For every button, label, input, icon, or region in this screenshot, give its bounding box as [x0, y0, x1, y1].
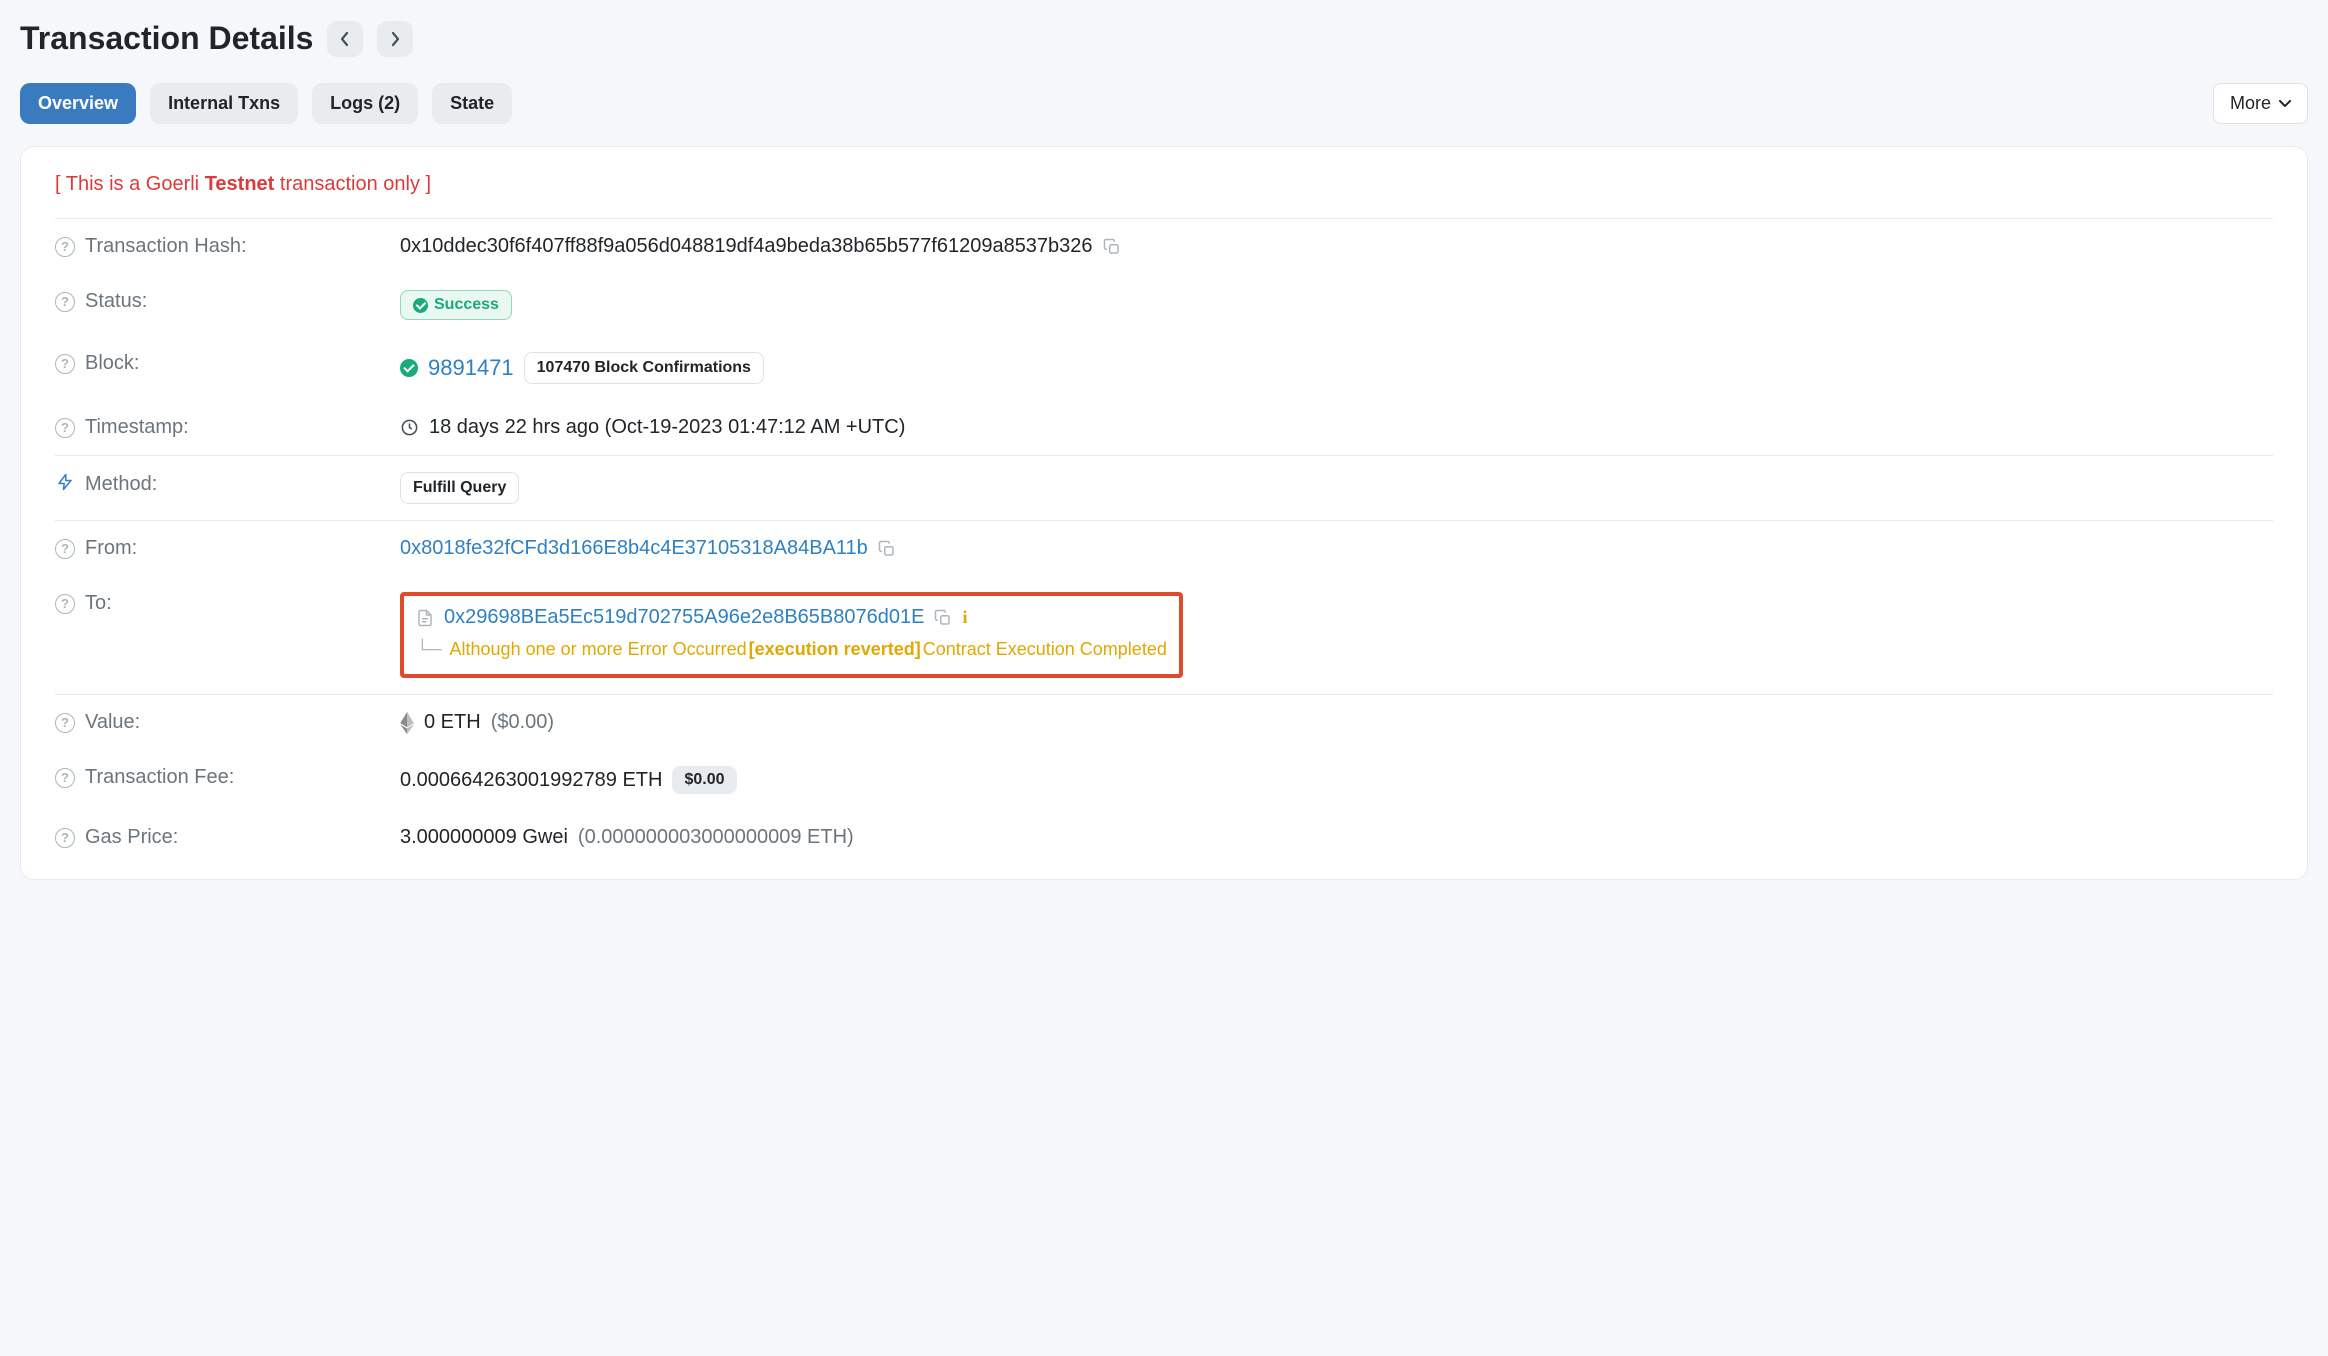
help-icon[interactable]: ? — [55, 539, 75, 559]
help-icon[interactable]: ? — [55, 594, 75, 614]
status-badge: Success — [400, 290, 512, 320]
label-hash: Transaction Hash: — [85, 235, 247, 258]
help-icon[interactable]: ? — [55, 768, 75, 788]
help-icon[interactable]: ? — [55, 237, 75, 257]
copy-icon — [878, 540, 896, 558]
gas-gwei: 3.000000009 Gwei — [400, 826, 568, 849]
label-block: Block: — [85, 352, 139, 375]
label-from: From: — [85, 537, 137, 560]
copy-hash-button[interactable] — [1103, 238, 1121, 256]
label-status: Status: — [85, 290, 147, 313]
label-gas: Gas Price: — [85, 826, 178, 849]
copy-to-button[interactable] — [934, 609, 952, 627]
to-address-link[interactable]: 0x29698BEa5Ec519d702755A96e2e8B65B8076d0… — [444, 606, 924, 629]
tab-internal-txns[interactable]: Internal Txns — [150, 83, 298, 124]
chevron-down-icon — [2279, 100, 2291, 108]
tab-state[interactable]: State — [432, 83, 512, 124]
tab-overview[interactable]: Overview — [20, 83, 136, 124]
tab-logs[interactable]: Logs (2) — [312, 83, 418, 124]
clock-icon — [400, 418, 419, 437]
chevron-right-icon — [389, 31, 401, 47]
copy-icon — [1103, 238, 1121, 256]
more-label: More — [2230, 93, 2271, 114]
copy-icon — [934, 609, 952, 627]
check-circle-icon — [413, 298, 428, 313]
page-title: Transaction Details — [20, 20, 313, 57]
gas-eth: (0.000000003000000009 ETH) — [578, 826, 854, 849]
check-circle-icon — [400, 359, 418, 377]
label-value: Value: — [85, 711, 140, 734]
details-card: [ This is a Goerli Testnet transaction o… — [20, 146, 2308, 880]
copy-from-button[interactable] — [878, 540, 896, 558]
prev-tx-button[interactable] — [327, 21, 363, 57]
contract-icon — [416, 608, 434, 628]
label-method: Method: — [85, 473, 157, 496]
value-usd: ($0.00) — [491, 711, 554, 734]
fee-usd-badge: $0.00 — [672, 766, 736, 794]
value-eth: 0 ETH — [424, 711, 481, 734]
label-fee: Transaction Fee: — [85, 766, 234, 789]
help-icon[interactable]: ? — [55, 418, 75, 438]
help-icon[interactable]: ? — [55, 354, 75, 374]
lightning-icon — [55, 472, 75, 497]
ethereum-icon — [400, 712, 414, 734]
help-icon[interactable]: ? — [55, 828, 75, 848]
next-tx-button[interactable] — [377, 21, 413, 57]
testnet-notice: [ This is a Goerli Testnet transaction o… — [55, 173, 2273, 196]
help-icon[interactable]: ? — [55, 713, 75, 733]
to-highlight-box: 0x29698BEa5Ec519d702755A96e2e8B65B8076d0… — [400, 592, 1183, 678]
help-icon[interactable]: ? — [55, 292, 75, 312]
confirmations-badge: 107470 Block Confirmations — [524, 352, 764, 384]
info-icon[interactable]: i — [962, 607, 967, 628]
method-badge: Fulfill Query — [400, 472, 519, 504]
label-to: To: — [85, 592, 112, 615]
transaction-hash: 0x10ddec30f6f407ff88f9a056d048819df4a9be… — [400, 235, 1093, 258]
execution-reverted-notice: └─ Although one or more Error Occurred [… — [416, 639, 1167, 660]
more-button[interactable]: More — [2213, 83, 2308, 124]
chevron-left-icon — [339, 31, 351, 47]
block-link[interactable]: 9891471 — [428, 355, 514, 381]
label-timestamp: Timestamp: — [85, 416, 189, 439]
fee-eth: 0.000664263001992789 ETH — [400, 769, 662, 792]
timestamp-value: 18 days 22 hrs ago (Oct-19-2023 01:47:12… — [429, 416, 905, 439]
from-address-link[interactable]: 0x8018fe32fCFd3d166E8b4c4E37105318A84BA1… — [400, 537, 868, 560]
